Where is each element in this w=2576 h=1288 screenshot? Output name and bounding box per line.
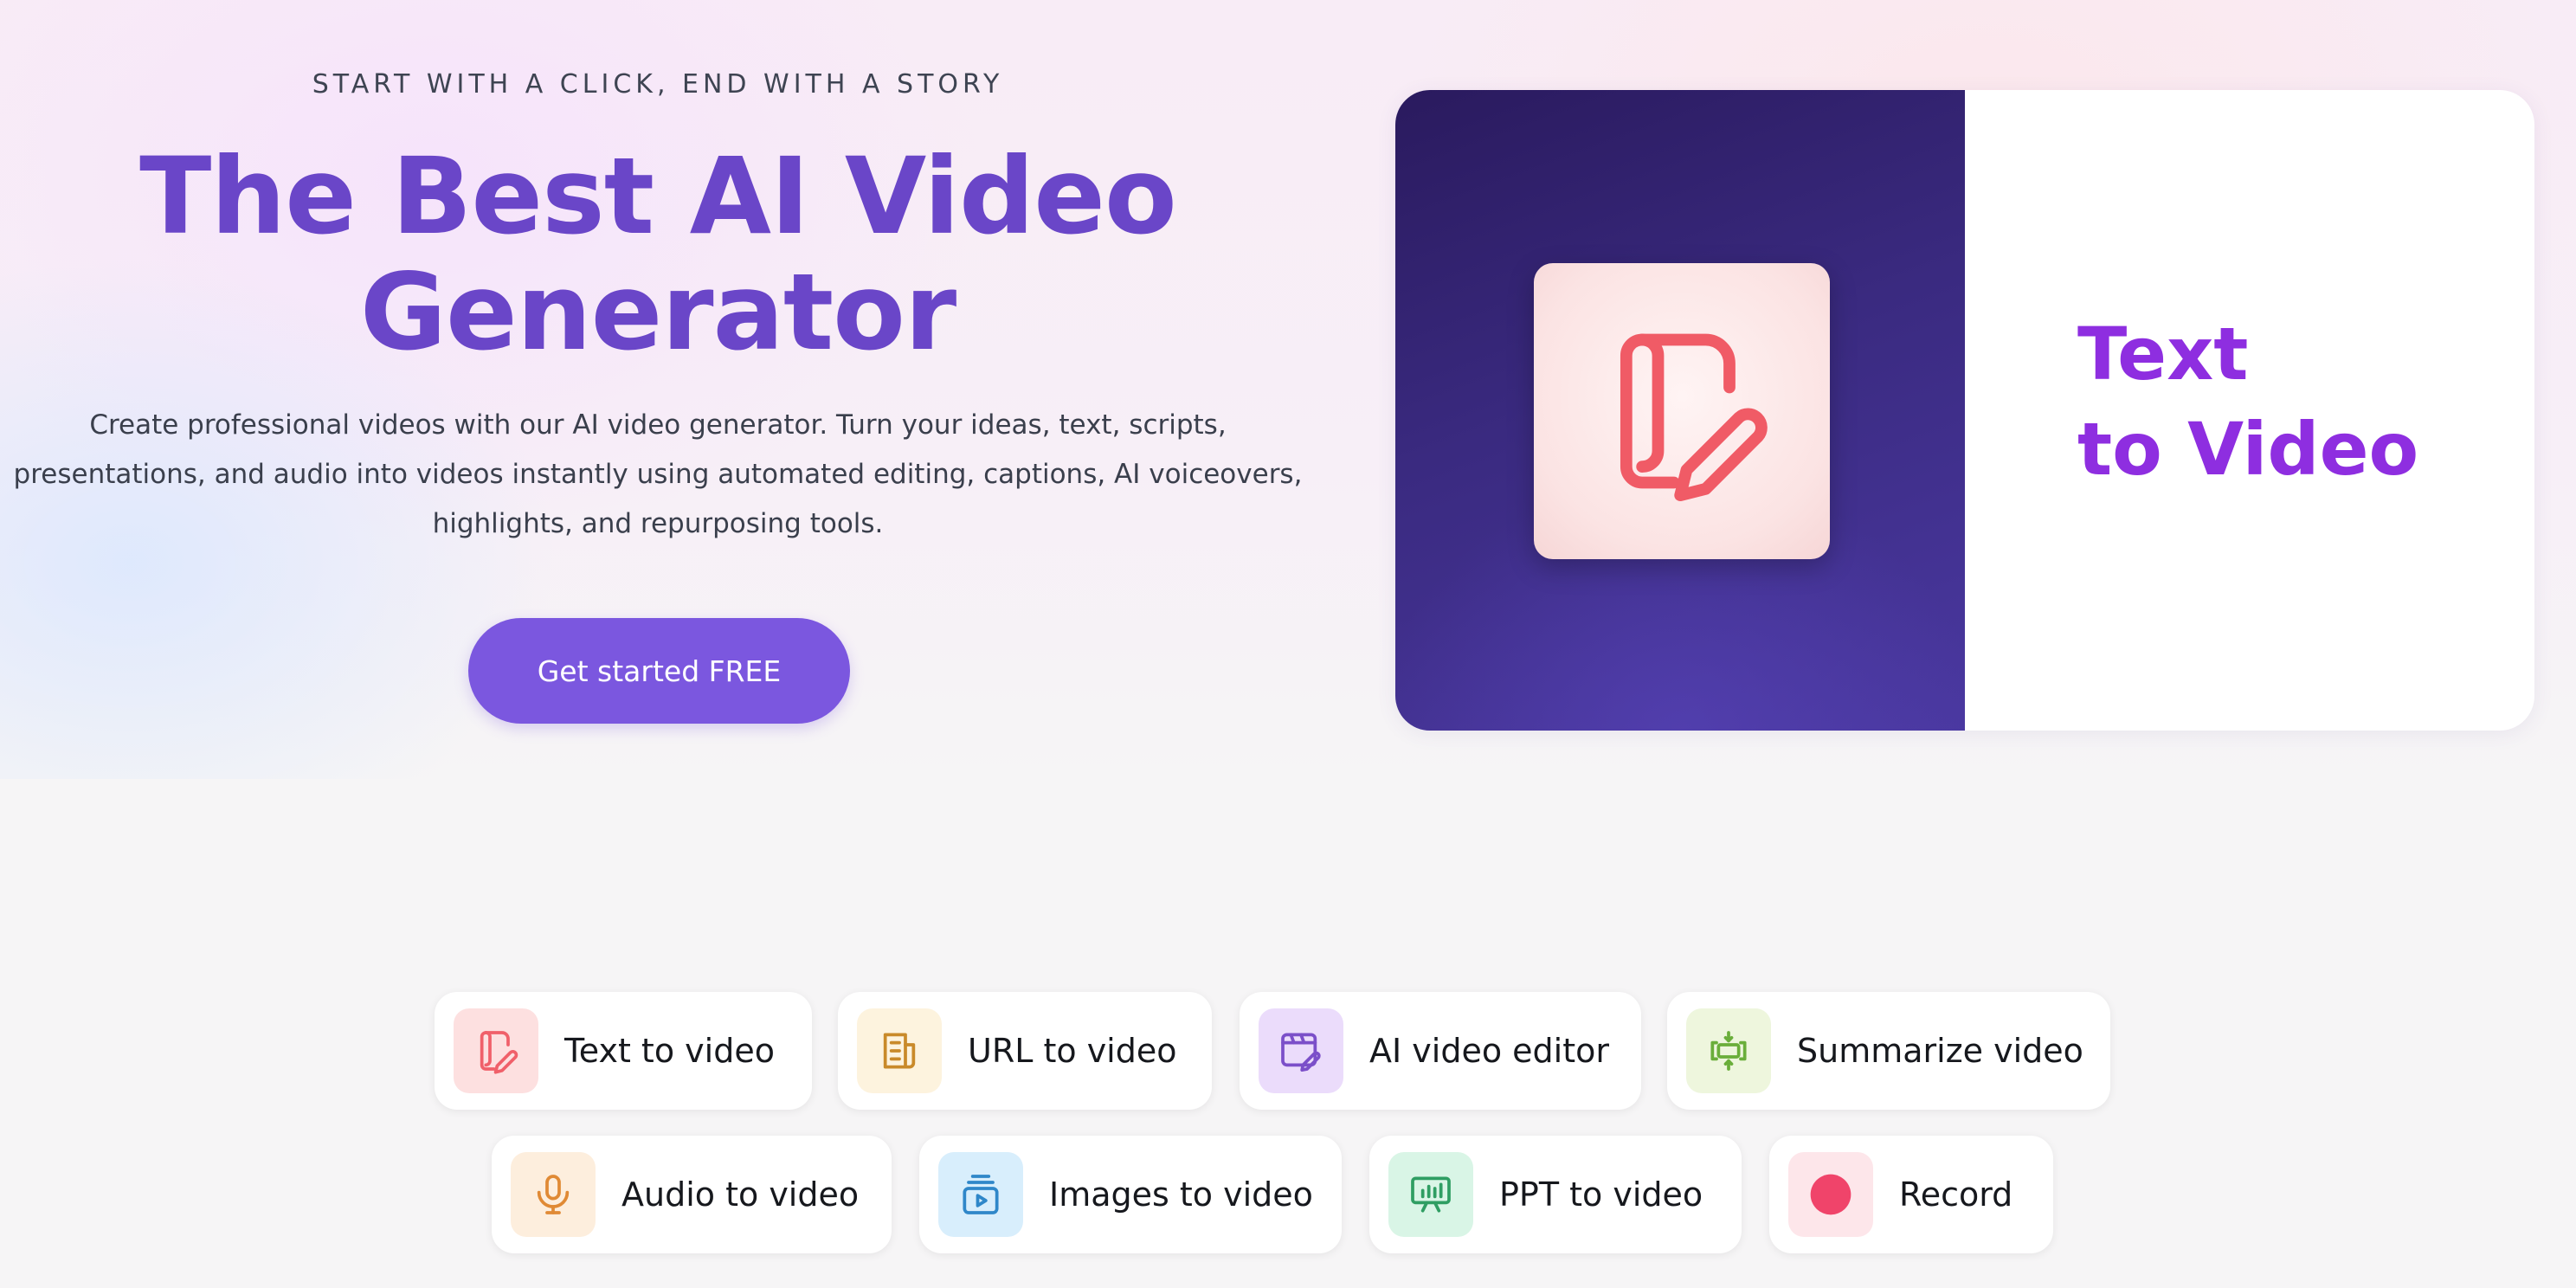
presentation-icon [1411,1176,1451,1213]
hero-subtitle-line: highlights, and repurposing tools. [432,508,884,539]
scroll-pencil-icon [1620,333,1768,502]
hero-subtitle: Create professional videos with our AI v… [0,401,1316,549]
hero-subtitle-line: Create professional videos with our AI v… [89,409,1227,441]
tool-chip-images-to-video[interactable]: Images to video [919,1136,1342,1253]
chip-label: PPT to video [1499,1175,1703,1214]
hero-eyebrow: START WITH A CLICK, END WITH A STORY [312,69,1004,100]
chip-icon-tile [1686,1008,1771,1093]
hero-subtitle-line: presentations, and audio into videos ins… [13,459,1303,490]
feature-preview-card: Text to Video [1395,90,2534,731]
tool-chip-record[interactable]: Record [1769,1136,2053,1253]
chip-icon-tile [1388,1152,1473,1237]
feature-card-title-line1: Text [2077,312,2249,396]
chip-icon-tile [938,1152,1023,1237]
feature-card-title-line2: to Video [2077,407,2419,492]
feature-media-panel [1395,90,1965,731]
microphone-icon [537,1175,570,1214]
chip-label: Images to video [1049,1175,1313,1214]
tool-chip-text-to-video[interactable]: Text to video [435,992,812,1110]
chip-icon-tile [1259,1008,1343,1093]
chip-label: Audio to video [621,1175,860,1214]
feature-card-title: Text to Video [2077,306,2510,497]
chip-label: AI video editor [1369,1032,1609,1070]
chip-icon-tile [857,1008,942,1093]
get-started-button[interactable]: Get started FREE [468,618,850,724]
summarize-icon [1710,1031,1747,1071]
tool-chip-summarize-video[interactable]: Summarize video [1667,992,2110,1110]
feature-icon-tile [1534,263,1830,559]
chip-icon-tile [454,1008,538,1093]
record-icon [1810,1174,1852,1215]
hero-title-line1: The Best AI Video [139,135,1177,258]
tool-chip-ai-video-editor[interactable]: AI video editor [1240,992,1641,1110]
tool-chip-audio-to-video[interactable]: Audio to video [492,1136,892,1253]
chip-icon-tile [511,1152,596,1237]
hero-title-line2: Generator [359,251,956,374]
video-edit-icon [1281,1033,1321,1072]
chip-icon-tile [1788,1152,1873,1237]
tool-chip-ppt-to-video[interactable]: PPT to video [1369,1136,1742,1253]
scroll-pencil-icon [480,1031,518,1074]
tool-chip-url-to-video[interactable]: URL to video [838,992,1212,1110]
document-icon [883,1033,916,1069]
hero-title: The Best AI Video Generator [0,138,1316,370]
chip-label: Summarize video [1797,1032,2083,1070]
chip-label: Record [1899,1175,2013,1214]
chip-label: URL to video [968,1032,1177,1070]
images-icon [963,1175,999,1214]
chip-label: Text to video [564,1032,775,1070]
